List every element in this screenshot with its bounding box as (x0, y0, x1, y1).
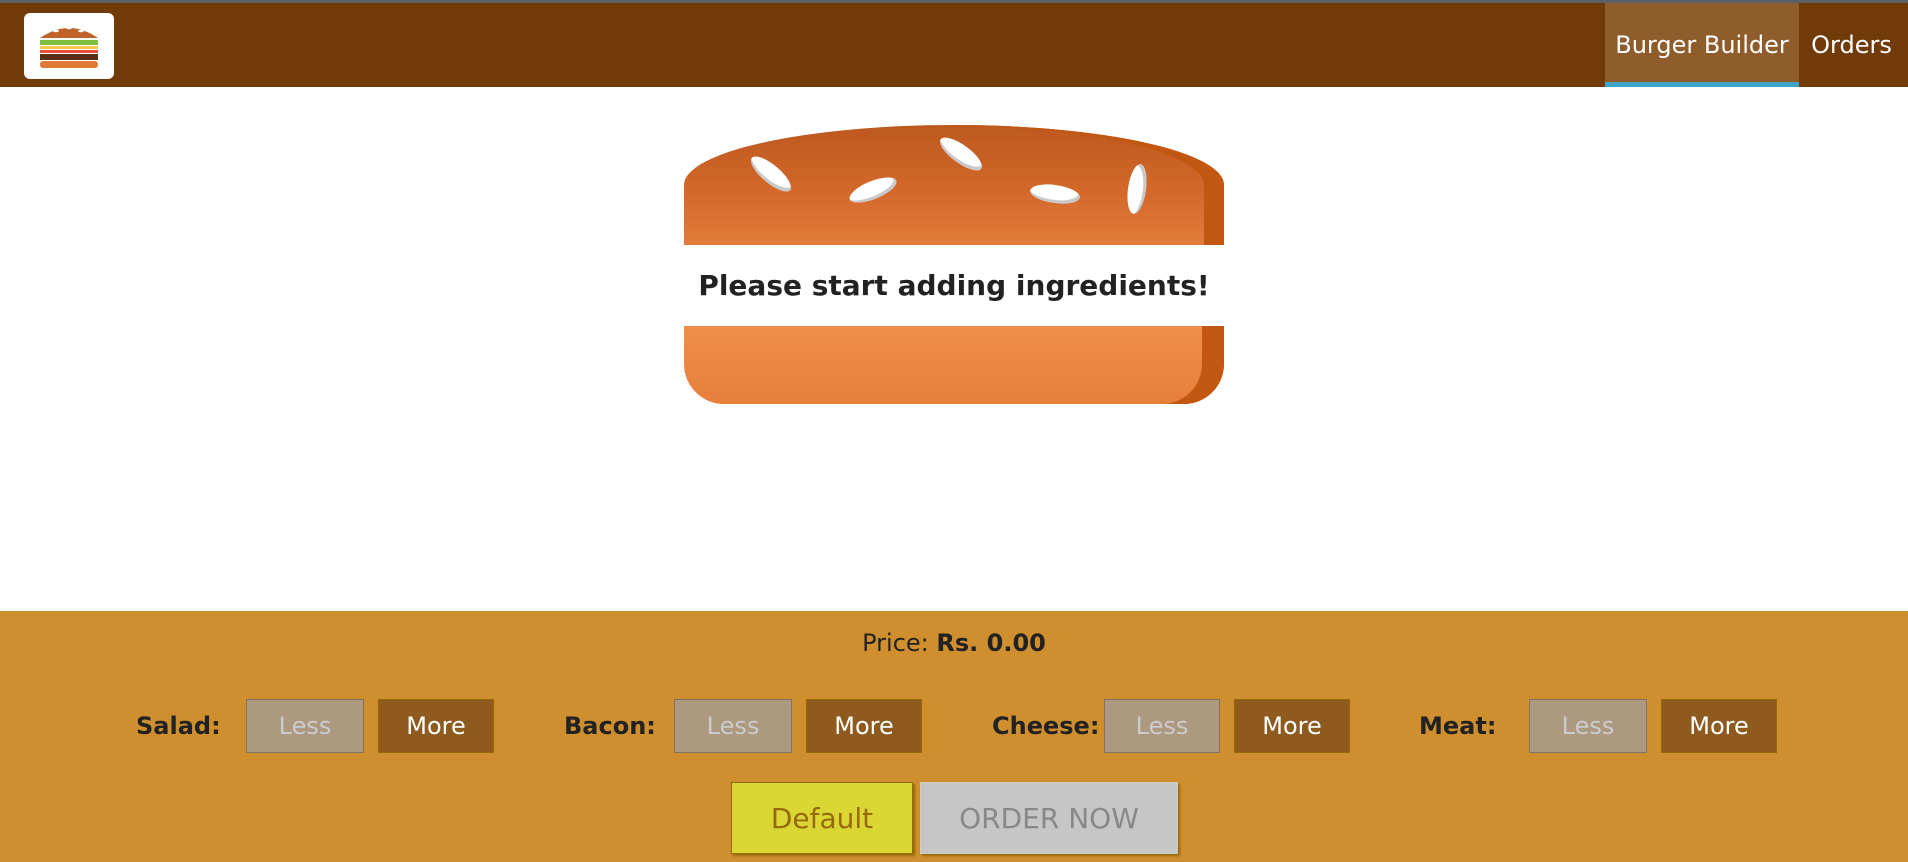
ingredient-label: Salad: (136, 712, 221, 740)
logo[interactable] (24, 13, 114, 79)
more-button[interactable]: More (1661, 699, 1777, 753)
nav-item-burger-builder[interactable]: Burger Builder (1605, 3, 1799, 87)
price-display: Price: Rs. 0.00 (0, 629, 1908, 657)
nav-item-orders[interactable]: Orders (1799, 3, 1908, 87)
seed (935, 132, 987, 176)
more-button[interactable]: More (378, 699, 494, 753)
navigation-items: Burger Builder Orders (1605, 3, 1908, 87)
build-control-bacon: Bacon: Less More (564, 699, 922, 753)
toolbar: Burger Builder Orders (0, 3, 1908, 87)
price-value: Rs. 0.00 (936, 629, 1046, 657)
order-now-button[interactable]: ORDER NOW (920, 782, 1178, 854)
seed (1124, 162, 1150, 216)
burger-preview: Please start adding ingredients! (0, 87, 1908, 611)
less-button[interactable]: Less (246, 699, 364, 753)
price-label: Price: (862, 629, 929, 657)
build-control-meat: Meat: Less More (1419, 699, 1777, 753)
empty-burger-message: Please start adding ingredients! (698, 268, 1210, 302)
build-controls: Price: Rs. 0.00 Salad: Less More Bacon: … (0, 611, 1908, 862)
build-control-cheese: Cheese: Less More (992, 699, 1350, 753)
seed (846, 172, 900, 208)
bread-bottom (684, 326, 1224, 404)
ingredient-label: Cheese: (992, 712, 1100, 740)
bread-top (684, 125, 1224, 245)
seed (746, 151, 796, 197)
more-button[interactable]: More (806, 699, 922, 753)
more-button[interactable]: More (1234, 699, 1350, 753)
seed (1028, 181, 1082, 207)
default-button[interactable]: Default (731, 782, 913, 854)
less-button[interactable]: Less (1104, 699, 1220, 753)
burger-logo-icon (40, 26, 98, 68)
less-button[interactable]: Less (674, 699, 792, 753)
less-button[interactable]: Less (1529, 699, 1647, 753)
ingredient-label: Meat: (1419, 712, 1497, 740)
build-control-salad: Salad: Less More (136, 699, 494, 753)
ingredient-label: Bacon: (564, 712, 656, 740)
